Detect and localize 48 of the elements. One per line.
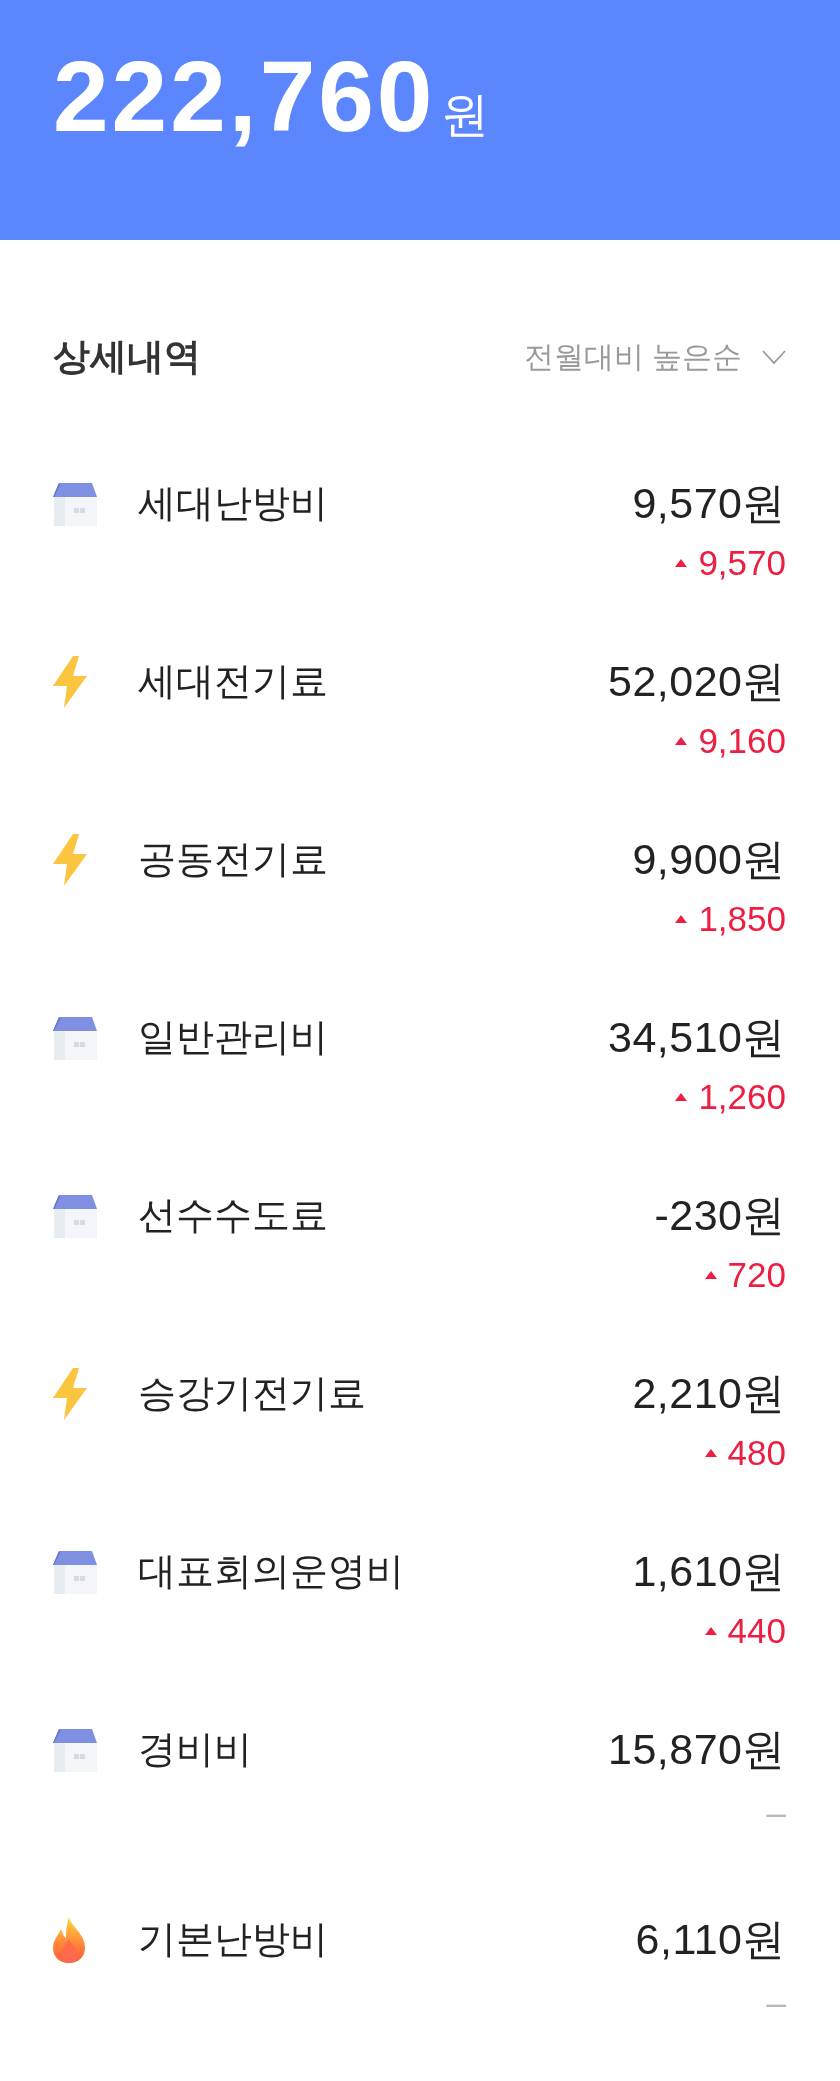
lightning-bolt-icon xyxy=(53,834,87,886)
change-amount: 720 xyxy=(727,1255,786,1295)
chevron-down-icon xyxy=(762,350,786,364)
currency-unit: 원 xyxy=(441,91,490,139)
up-triangle-icon xyxy=(675,559,688,567)
item-name: 세대난방비 xyxy=(138,481,328,526)
section-title: 상세내역 xyxy=(53,335,201,379)
total-amount: 222,760 xyxy=(53,46,436,146)
change-amount: 9,570 xyxy=(698,543,786,583)
lightning-bolt-icon xyxy=(53,656,87,708)
item-name: 대표회의운영비 xyxy=(138,1549,404,1594)
up-triangle-icon xyxy=(675,737,688,745)
change-amount: 440 xyxy=(727,1611,786,1651)
flame-icon xyxy=(53,1917,85,1963)
item-amount: 9,900원 xyxy=(632,834,786,885)
item-name: 세대전기료 xyxy=(138,659,328,704)
up-triangle-icon xyxy=(675,915,688,923)
change-amount: 1,260 xyxy=(698,1077,786,1117)
house-icon xyxy=(53,1550,97,1594)
change-amount: 9,160 xyxy=(698,721,786,761)
item-name: 경비비 xyxy=(138,1727,252,1772)
item-name: 공동전기료 xyxy=(138,837,328,882)
change-amount: 480 xyxy=(727,1433,786,1473)
up-triangle-icon xyxy=(675,1093,688,1101)
sort-dropdown[interactable]: 전월대비 높은순 xyxy=(523,336,786,378)
house-icon xyxy=(53,1728,97,1772)
item-name: 선수수도료 xyxy=(138,1193,328,1238)
change-amount: 1,850 xyxy=(698,899,786,939)
up-triangle-icon xyxy=(704,1449,717,1457)
house-icon xyxy=(53,1194,97,1238)
item-amount: 9,570원 xyxy=(632,478,786,529)
item-amount: -230원 xyxy=(654,1190,786,1241)
up-triangle-icon xyxy=(704,1271,717,1279)
item-amount: 6,110원 xyxy=(635,1914,786,1965)
house-icon xyxy=(53,482,97,526)
item-name: 일반관리비 xyxy=(138,1015,328,1060)
up-triangle-icon xyxy=(704,1627,717,1635)
item-name: 기본난방비 xyxy=(138,1917,328,1962)
change-amount: – xyxy=(766,1983,786,2023)
house-icon xyxy=(53,1016,97,1060)
item-amount: 15,870원 xyxy=(607,1724,786,1775)
lightning-bolt-icon xyxy=(53,1368,87,1420)
item-amount: 52,020원 xyxy=(607,656,786,707)
change-amount: – xyxy=(766,1793,786,1833)
item-name: 승강기전기료 xyxy=(138,1371,366,1416)
item-amount: 2,210원 xyxy=(632,1368,786,1419)
item-amount: 1,610원 xyxy=(632,1546,786,1597)
item-amount: 34,510원 xyxy=(607,1012,786,1063)
